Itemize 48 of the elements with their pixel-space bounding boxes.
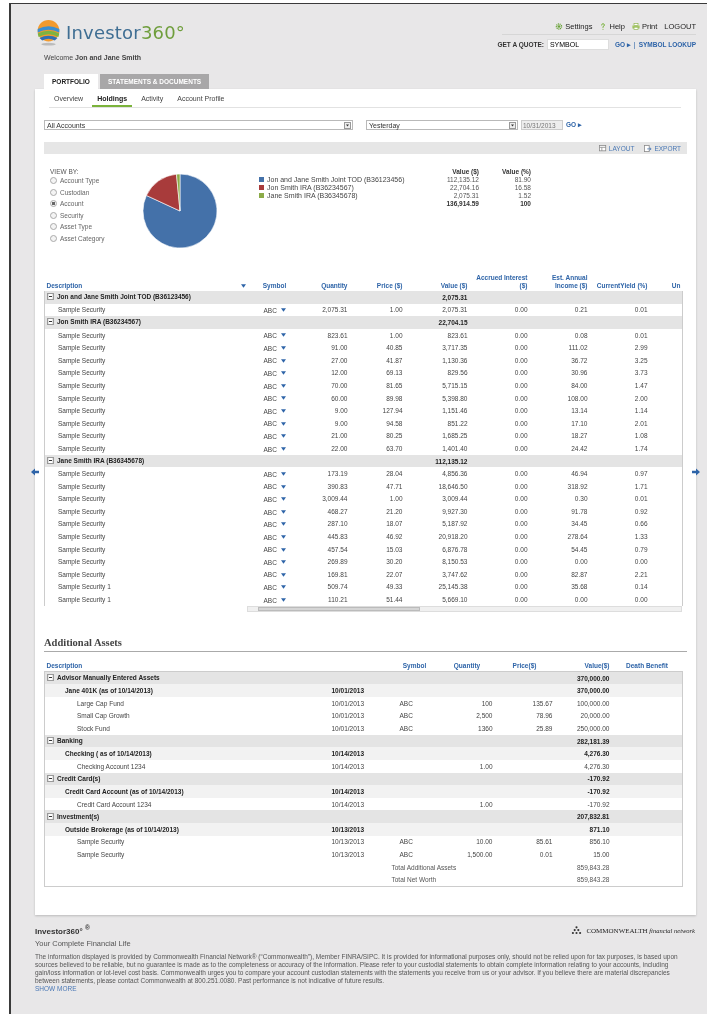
footer-brand: Investor360° $^{®}$: [35, 924, 91, 936]
caret-icon[interactable]: [280, 509, 286, 514]
left-arrow-icon[interactable]: [31, 468, 39, 476]
caret-icon[interactable]: [280, 572, 286, 577]
collapse-icon[interactable]: [47, 293, 54, 301]
collapse-icon[interactable]: [47, 674, 54, 682]
radio-button[interactable]: [50, 200, 57, 208]
caret-icon[interactable]: [280, 534, 286, 539]
caret-icon[interactable]: [280, 547, 286, 552]
dropdown-icon[interactable]: [509, 121, 516, 129]
collapse-icon[interactable]: [47, 737, 54, 745]
sort-icon[interactable]: [240, 284, 246, 288]
caret-icon[interactable]: [280, 472, 286, 476]
collapse-icon[interactable]: [47, 774, 54, 782]
caret-icon[interactable]: [280, 434, 286, 439]
section-title: Additional Assets: [44, 636, 687, 652]
caret-icon[interactable]: [280, 396, 286, 401]
dropdown-icon[interactable]: [344, 121, 351, 129]
horizontal-scrollbar[interactable]: [247, 605, 682, 612]
logo-icon: [35, 18, 62, 46]
collapse-icon[interactable]: [47, 812, 54, 820]
radio-button[interactable]: [50, 223, 57, 231]
caret-icon[interactable]: [280, 522, 286, 527]
caret-icon[interactable]: [280, 446, 286, 451]
caret-icon[interactable]: [280, 371, 286, 376]
radio-button[interactable]: [50, 211, 57, 219]
right-arrow-icon[interactable]: [692, 468, 700, 476]
caret-icon[interactable]: [280, 585, 286, 590]
caret-icon[interactable]: [280, 597, 286, 602]
partner-logo-icon: [570, 926, 584, 935]
radio-button[interactable]: [50, 177, 57, 185]
caret-icon[interactable]: [280, 409, 286, 414]
caret-icon[interactable]: [280, 484, 286, 489]
caret-icon[interactable]: [280, 560, 286, 565]
radio-button[interactable]: [50, 188, 57, 196]
logo-text[interactable]: Investor360°: [66, 21, 186, 43]
caret-icon[interactable]: [280, 497, 286, 502]
export-icon[interactable]: [644, 144, 653, 152]
layout-icon[interactable]: [598, 144, 607, 152]
collapse-icon[interactable]: [47, 318, 54, 326]
radio-button[interactable]: [50, 234, 57, 242]
caret-icon[interactable]: [280, 358, 286, 363]
collapse-icon[interactable]: [47, 457, 54, 464]
caret-icon[interactable]: [280, 333, 286, 338]
caret-icon[interactable]: [280, 308, 286, 313]
caret-icon[interactable]: [280, 421, 286, 426]
caret-icon[interactable]: [280, 346, 286, 351]
caret-icon[interactable]: [280, 383, 286, 388]
